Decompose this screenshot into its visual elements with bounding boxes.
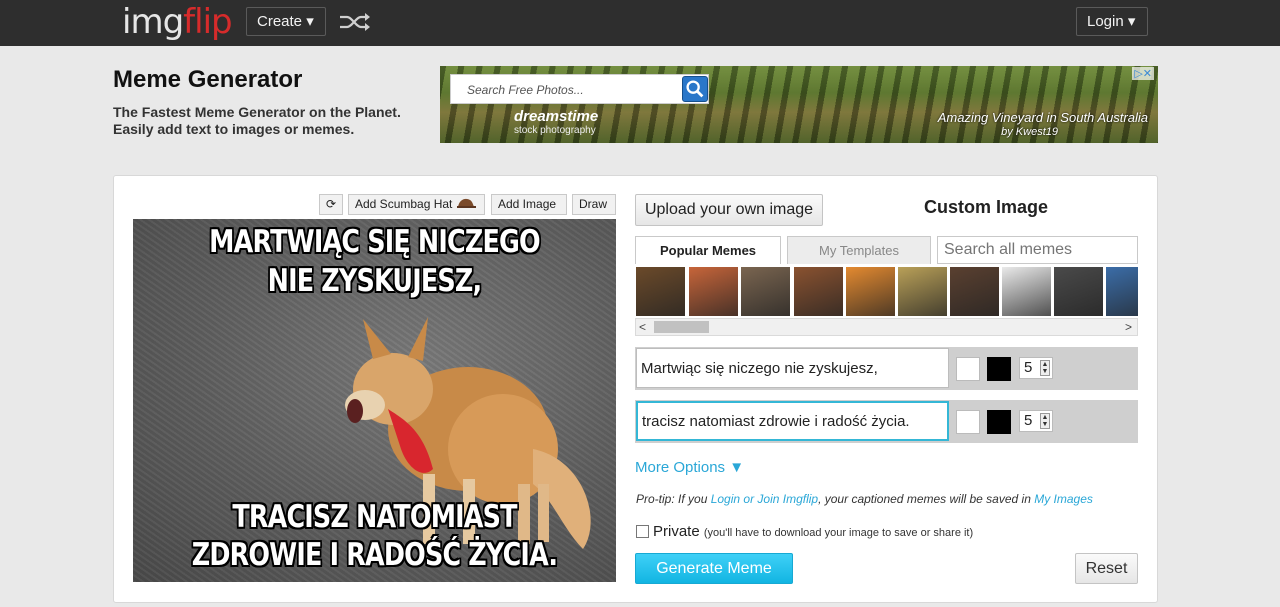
meme-thumbnail[interactable] (898, 267, 947, 316)
protip-middle: , your captioned memes will be saved in (818, 492, 1035, 506)
shuffle-icon[interactable] (338, 10, 372, 34)
outline-color-picker[interactable] (956, 410, 980, 434)
meme-thumbnail[interactable] (1054, 267, 1103, 316)
font-size-value: 5 (1024, 412, 1033, 429)
meme-thumbnail[interactable] (794, 267, 843, 316)
hat-icon (456, 198, 476, 208)
protip-prefix: Pro-tip: If you (636, 492, 711, 506)
stepper-arrows-icon[interactable]: ▲ ▼ (1040, 413, 1050, 429)
popular-memes-strip (635, 264, 1138, 318)
login-join-link[interactable]: Login or Join Imgflip (711, 492, 818, 506)
my-images-link[interactable]: My Images (1034, 492, 1093, 506)
upload-own-image-button[interactable]: Upload your own image (635, 194, 823, 226)
top-text-input[interactable] (636, 348, 949, 388)
thumbs-scrollbar[interactable]: < > (635, 318, 1138, 336)
private-label: Private (you'll have to download your im… (653, 523, 973, 540)
generate-meme-button[interactable]: Generate Meme (635, 553, 793, 584)
text-box-row: 5 ▲▼ (635, 400, 1138, 443)
meme-canvas[interactable]: MARTWIĄC SIĘ NICZEGO NIE ZYSKUJESZ, TRAC… (133, 219, 616, 582)
private-text: Private (653, 523, 700, 540)
scroll-left-icon[interactable]: < (639, 320, 646, 334)
adchoices-icon[interactable]: ▷✕ (1132, 67, 1154, 80)
text-color-picker[interactable] (987, 357, 1011, 381)
login-menu-button[interactable]: Login ▾ (1076, 7, 1148, 36)
page-title: Meme Generator (113, 66, 303, 93)
add-scumbag-hat-label: Add Scumbag Hat (355, 197, 453, 211)
ad-caption: Amazing Vineyard in South Australia (937, 110, 1148, 125)
text-color-picker[interactable] (987, 410, 1011, 434)
meme-thumbnail[interactable] (1002, 267, 1051, 316)
private-note: (you'll have to download your image to s… (703, 527, 974, 539)
ad-brand-sub: stock photography (514, 125, 596, 136)
meme-thumbnail[interactable] (846, 267, 895, 316)
meme-top-text-line-1: MARTWIĄC SIĘ NICZEGO (209, 224, 540, 260)
custom-image-title: Custom Image (924, 197, 1049, 217)
stepper-arrows-icon[interactable]: ▲ ▼ (1040, 360, 1050, 376)
meme-thumbnail[interactable] (689, 267, 738, 316)
meme-top-text-line-2: NIE ZYSKUJESZ, (267, 263, 483, 299)
ad-brand: dreamstime (514, 108, 599, 125)
private-checkbox[interactable] (636, 525, 649, 538)
meme-thumbnail[interactable] (741, 267, 790, 316)
meme-bottom-text-line-2: ZDROWIE I RADOŚĆ ŻYCIA. (191, 537, 558, 573)
scroll-right-icon[interactable]: > (1125, 320, 1132, 334)
reset-button[interactable]: Reset (1075, 553, 1138, 584)
ad-banner[interactable]: Search Free Photos... dreamstime stock p… (440, 66, 1158, 143)
pro-tip: Pro-tip: If you Login or Join Imgflip, y… (636, 492, 1093, 506)
meme-thumbnail[interactable] (950, 267, 999, 316)
tab-popular-memes[interactable]: Popular Memes (635, 236, 781, 265)
add-image-button[interactable]: Add Image (491, 194, 567, 215)
top-navbar: imgflip Create ▾ Login ▾ (0, 0, 1280, 46)
rotate-button[interactable]: ⟳ (319, 194, 343, 215)
meme-bottom-text-line-1: TRACISZ NATOMIAST (232, 499, 517, 535)
ad-search-placeholder: Search Free Photos... (467, 83, 584, 97)
imgflip-logo[interactable]: imgflip (122, 2, 233, 42)
create-menu-button[interactable]: Create ▾ (246, 7, 326, 36)
ad-search-box[interactable]: Search Free Photos... (450, 74, 709, 104)
font-size-stepper[interactable]: 5 ▲ ▼ (1019, 410, 1053, 432)
tagline-line-2: Easily add text to images or memes. (113, 121, 355, 137)
text-box-row: 5 ▲▼ (635, 347, 1138, 390)
add-scumbag-hat-button[interactable]: Add Scumbag Hat (348, 194, 485, 215)
bottom-text-input[interactable] (636, 401, 949, 441)
font-size-value: 5 (1024, 359, 1033, 376)
search-memes-input[interactable] (937, 236, 1138, 264)
tab-my-templates[interactable]: My Templates (787, 236, 931, 265)
tagline: The Fastest Meme Generator on the Planet… (113, 104, 433, 138)
draw-button[interactable]: Draw (572, 194, 616, 215)
ad-credit: by Kwest19 (1001, 126, 1058, 138)
outline-color-picker[interactable] (956, 357, 980, 381)
meme-thumbnail[interactable] (636, 267, 685, 316)
font-size-stepper[interactable]: 5 ▲ ▼ (1019, 357, 1053, 379)
meme-thumbnail[interactable] (1106, 267, 1138, 316)
ad-search-icon[interactable] (682, 76, 708, 102)
scrollbar-thumb[interactable] (654, 321, 709, 333)
more-options-link[interactable]: More Options ▼ (635, 459, 744, 476)
tagline-line-1: The Fastest Meme Generator on the Planet… (113, 104, 401, 120)
